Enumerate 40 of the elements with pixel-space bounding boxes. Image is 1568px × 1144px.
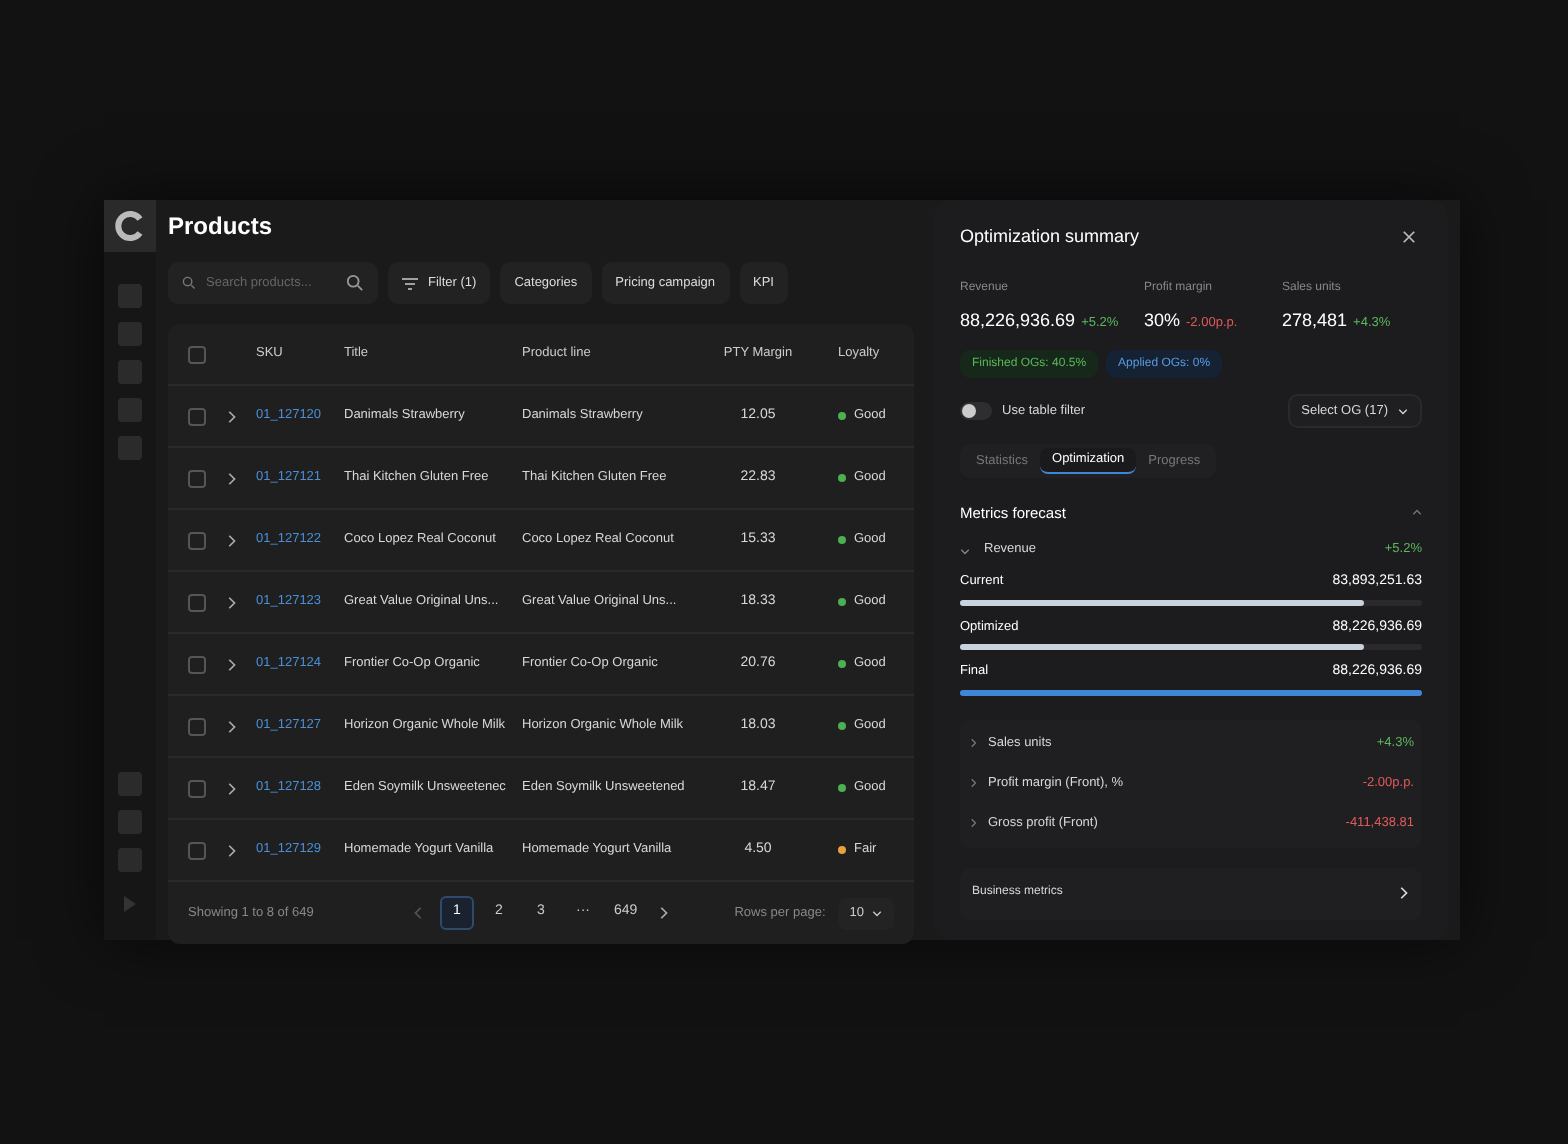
chevron-icon: [224, 657, 238, 671]
page-title: Products: [168, 212, 275, 240]
checkbox[interactable]: [188, 717, 206, 735]
caret-icon: [960, 545, 970, 556]
chevron-icon: [224, 595, 238, 609]
chevron-icon: [224, 781, 238, 795]
checkbox[interactable]: [188, 531, 206, 549]
chevron-icon: [412, 906, 426, 920]
chevron-icon: [224, 409, 238, 423]
chevron-icon: [655, 906, 670, 920]
caret-icon: [1398, 406, 1408, 416]
search-icon: [182, 276, 196, 290]
logo-icon: [104, 200, 156, 252]
panel-title: Optimization summary: [960, 224, 1140, 250]
stat-value: 30%: [1144, 307, 1181, 333]
expand-icon[interactable]: [124, 896, 136, 912]
stat-value: 278,481: [1282, 307, 1348, 333]
chevron-icon: [968, 778, 978, 788]
checkbox[interactable]: [188, 345, 206, 363]
search-icon[interactable]: [346, 274, 364, 292]
checkbox[interactable]: [188, 469, 206, 487]
checkbox[interactable]: [188, 593, 206, 611]
next-page-button[interactable]: [655, 906, 670, 920]
toggle-switch[interactable]: [960, 402, 992, 420]
chevron-icon: [224, 471, 238, 485]
collapse-button[interactable]: [1412, 508, 1422, 519]
stat-value: 88,226,936.69: [960, 307, 1076, 333]
caret-icon: [872, 908, 882, 918]
checkbox[interactable]: [188, 779, 206, 797]
filter-icon: [402, 277, 418, 289]
checkbox[interactable]: [188, 841, 206, 859]
caret-icon: [1412, 508, 1422, 519]
checkbox[interactable]: [188, 407, 206, 425]
chevron-icon: [1396, 886, 1410, 900]
chevron-icon: [968, 818, 978, 828]
chevron-icon: [224, 719, 238, 733]
chevron-icon: [224, 533, 238, 547]
chevron-icon: [224, 843, 238, 857]
checkbox[interactable]: [188, 655, 206, 673]
chevron-icon: [968, 738, 978, 748]
